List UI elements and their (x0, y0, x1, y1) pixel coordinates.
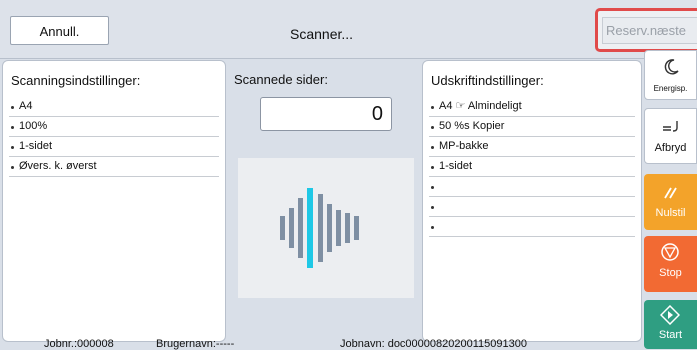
scanning-animation (238, 158, 414, 298)
job-name: Jobnavn: doc00000820200115091300 (340, 338, 527, 350)
stop-label: Stop (659, 267, 682, 279)
reset-label: Nulstil (655, 207, 686, 219)
scanned-pages-panel: Scannede sider: 0 (230, 60, 420, 342)
list-item: Øvers. k. øverst (9, 157, 219, 177)
list-item: 1-sidet (429, 157, 635, 177)
moon-icon (664, 59, 679, 75)
interrupt-icon (663, 121, 678, 132)
energy-saver-label: Energisp. (653, 84, 688, 93)
scan-animation-icon (280, 188, 359, 268)
scanned-pages-title: Scannede sider: (234, 72, 328, 87)
interrupt-button[interactable]: Afbryd (644, 108, 697, 164)
list-item (429, 177, 635, 197)
scan-settings-list: A4 100% 1-sidet Øvers. k. øverst (9, 97, 219, 177)
list-item: 50 %s Kopier (429, 117, 635, 137)
print-settings-panel: Udskriftindstillinger: A4 ☞ Almindeligt … (422, 60, 642, 342)
start-label: Start (658, 329, 683, 341)
energy-saver-button[interactable]: Energisp. (644, 50, 697, 100)
scanned-pages-counter: 0 (260, 97, 392, 131)
reset-icon (664, 187, 677, 199)
scan-settings-title: Scanningsindstillinger: (11, 73, 141, 88)
list-item (429, 217, 635, 237)
list-item: 100% (9, 117, 219, 137)
status-bar: Jobnr.:000008 Brugernavn:----- Jobnavn: … (0, 338, 697, 350)
page-title: Scanner... (290, 26, 354, 42)
print-settings-list: A4 ☞ Almindeligt 50 %s Kopier MP-bakke 1… (429, 97, 635, 237)
scan-settings-panel: Scanningsindstillinger: A4 100% 1-sidet … (2, 60, 226, 342)
list-item: 1-sidet (9, 137, 219, 157)
start-icon (660, 305, 680, 325)
reserve-next-highlight: Reserv.næste (595, 8, 697, 52)
job-number: Jobnr.:000008 (44, 338, 114, 350)
stop-button[interactable]: Stop (644, 236, 697, 292)
list-item: A4 ☞ Almindeligt (429, 97, 635, 117)
reserve-next-button[interactable]: Reserv.næste (602, 17, 697, 44)
interrupt-label: Afbryd (654, 142, 687, 154)
list-item: A4 (9, 97, 219, 117)
cancel-button[interactable]: Annull. (10, 16, 109, 45)
list-item: MP-bakke (429, 137, 635, 157)
reset-button[interactable]: Nulstil (644, 174, 697, 230)
top-bar: Annull. Scanner... Reserv.næste (0, 0, 697, 59)
list-item (429, 197, 635, 217)
print-settings-title: Udskriftindstillinger: (431, 73, 544, 88)
user-name: Brugernavn:----- (156, 338, 235, 350)
stop-icon (661, 243, 679, 261)
